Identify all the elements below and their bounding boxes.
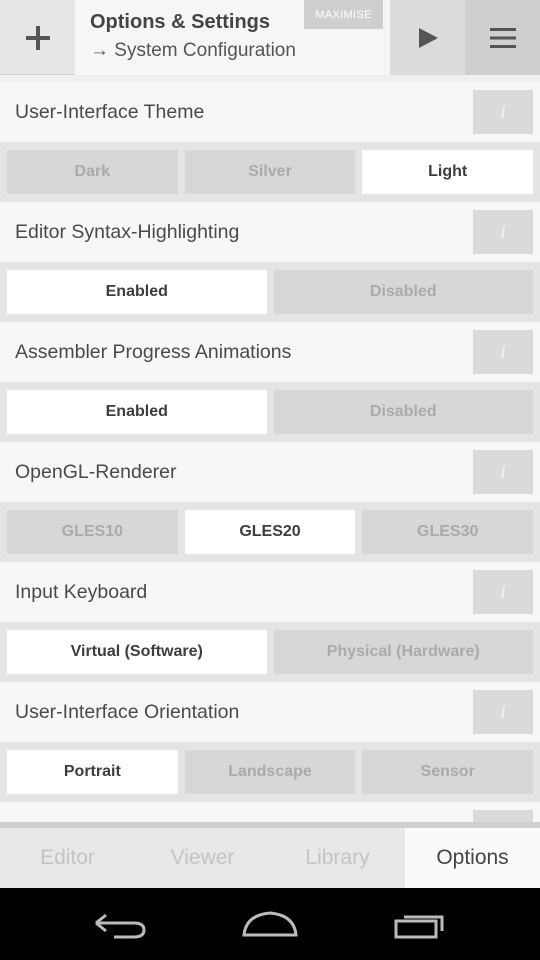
setting-input-keyboard: Input Keyboard i xyxy=(0,562,540,622)
info-button[interactable] xyxy=(473,810,533,822)
info-button[interactable]: i xyxy=(473,210,533,254)
plus-icon xyxy=(25,25,50,50)
setting-label: Input Keyboard xyxy=(15,581,148,603)
setting-label: OpenGL-Renderer xyxy=(15,461,177,483)
home-button[interactable] xyxy=(235,906,305,942)
option-group-opengl-renderer: GLES10 GLES20 GLES30 xyxy=(0,502,540,562)
home-icon xyxy=(242,911,298,937)
option-dark[interactable]: Dark xyxy=(7,150,178,194)
setting-progress-animations: Assembler Progress Animations i xyxy=(0,322,540,382)
option-group-input-keyboard: Virtual (Software) Physical (Hardware) xyxy=(0,622,540,682)
settings-list: User-Interface Theme i Dark Silver Light… xyxy=(0,82,540,822)
setting-partial-next xyxy=(0,802,540,822)
option-physical-keyboard[interactable]: Physical (Hardware) xyxy=(273,630,533,674)
option-silver[interactable]: Silver xyxy=(184,150,356,194)
back-icon xyxy=(95,913,146,939)
option-gles30[interactable]: GLES30 xyxy=(362,510,534,554)
setting-label: User-Interface Theme xyxy=(15,101,205,123)
back-button[interactable] xyxy=(85,906,155,942)
page-title: Options & Settings xyxy=(90,11,270,33)
breadcrumb: → System Configuration xyxy=(90,40,296,61)
option-virtual-keyboard[interactable]: Virtual (Software) xyxy=(7,630,267,674)
option-group-syntax-highlighting: Enabled Disabled xyxy=(0,262,540,322)
add-button[interactable] xyxy=(0,0,75,75)
setting-syntax-highlighting: Editor Syntax-Highlighting i xyxy=(0,202,540,262)
option-landscape[interactable]: Landscape xyxy=(184,750,356,794)
info-button[interactable]: i xyxy=(473,450,533,494)
info-button[interactable]: i xyxy=(473,690,533,734)
option-disabled[interactable]: Disabled xyxy=(273,390,533,434)
option-portrait[interactable]: Portrait xyxy=(7,750,178,794)
setting-label: Editor Syntax-Highlighting xyxy=(15,221,240,243)
option-light[interactable]: Light xyxy=(362,150,534,194)
run-button[interactable] xyxy=(390,0,465,75)
option-enabled[interactable]: Enabled xyxy=(7,390,267,434)
tab-library[interactable]: Library xyxy=(270,828,405,888)
option-disabled[interactable]: Disabled xyxy=(273,270,533,314)
option-sensor[interactable]: Sensor xyxy=(362,750,534,794)
option-enabled[interactable]: Enabled xyxy=(7,270,267,314)
option-group-ui-theme: Dark Silver Light xyxy=(0,142,540,202)
maximise-button[interactable]: MAXIMISE xyxy=(304,0,383,29)
option-gles20[interactable]: GLES20 xyxy=(184,510,356,554)
tab-options[interactable]: Options xyxy=(405,828,540,888)
option-group-ui-orientation: Portrait Landscape Sensor xyxy=(0,742,540,802)
play-icon xyxy=(418,27,438,48)
tab-bar: Editor Viewer Library Options xyxy=(0,828,540,888)
info-button[interactable]: i xyxy=(473,570,533,614)
menu-button[interactable] xyxy=(465,0,540,75)
setting-label: Assembler Progress Animations xyxy=(15,341,292,363)
setting-ui-orientation: User-Interface Orientation i xyxy=(0,682,540,742)
system-nav-bar xyxy=(0,888,540,960)
option-group-progress-animations: Enabled Disabled xyxy=(0,382,540,442)
setting-ui-theme: User-Interface Theme i xyxy=(0,82,540,142)
hamburger-menu-icon xyxy=(489,27,516,48)
setting-label: User-Interface Orientation xyxy=(15,701,240,723)
info-button[interactable]: i xyxy=(473,330,533,374)
info-button[interactable]: i xyxy=(473,90,533,134)
setting-opengl-renderer: OpenGL-Renderer i xyxy=(0,442,540,502)
recent-apps-icon xyxy=(394,915,444,939)
tab-editor[interactable]: Editor xyxy=(0,828,135,888)
tab-viewer[interactable]: Viewer xyxy=(135,828,270,888)
option-gles10[interactable]: GLES10 xyxy=(7,510,178,554)
action-bar: Options & Settings → System Configuratio… xyxy=(0,0,540,75)
recents-button[interactable] xyxy=(385,906,455,942)
